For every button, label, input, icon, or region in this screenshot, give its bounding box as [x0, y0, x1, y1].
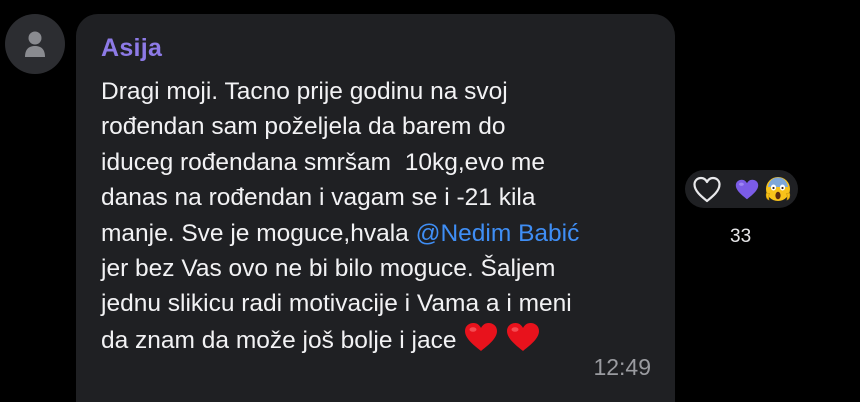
purple-heart-icon[interactable]: [735, 179, 759, 200]
message-line: danas na rođendan i vagam se i -21 kila: [101, 184, 536, 212]
message-line: iduceg rođendana smršam 10kg,evo me: [101, 148, 545, 176]
reactions-bar[interactable]: [685, 170, 798, 208]
sender-name[interactable]: Asija: [101, 34, 162, 63]
user-icon: [25, 31, 45, 57]
mention-link[interactable]: @Nedim Babić: [416, 220, 580, 247]
message-line: rođendan sam poželjela da barem do: [101, 113, 506, 141]
avatar[interactable]: [5, 14, 65, 74]
message-line: jednu slikicu radi motivacije i Vama a i…: [101, 290, 572, 318]
message-line: Dragi moji. Tacno prije godinu na svoj: [101, 78, 508, 105]
message-text: Dragi moji. Tacno prije godinu na svoj r…: [101, 74, 661, 358]
message-bubble[interactable]: Asija Dragi moji. Tacno prije godinu na …: [76, 14, 675, 402]
message-line: da znam da može još bolje i jace: [101, 322, 661, 358]
message-line-text: manje. Sve je moguce,hvala: [101, 219, 416, 247]
message-time: 12:49: [593, 354, 651, 380]
red-heart-icon: [465, 322, 498, 351]
message-line-text: da znam da može još bolje i jace: [101, 326, 457, 354]
face-screaming-in-fear-icon[interactable]: [765, 176, 791, 202]
heart-outline-icon[interactable]: [691, 174, 723, 206]
message-line: manje. Sve je moguce,hvala @Nedim Babić: [101, 216, 661, 251]
red-heart-icon: [507, 322, 540, 351]
reaction-count: 33: [730, 226, 752, 247]
message-line: jer bez Vas ovo ne bi bilo moguce. Šalje…: [101, 255, 556, 283]
